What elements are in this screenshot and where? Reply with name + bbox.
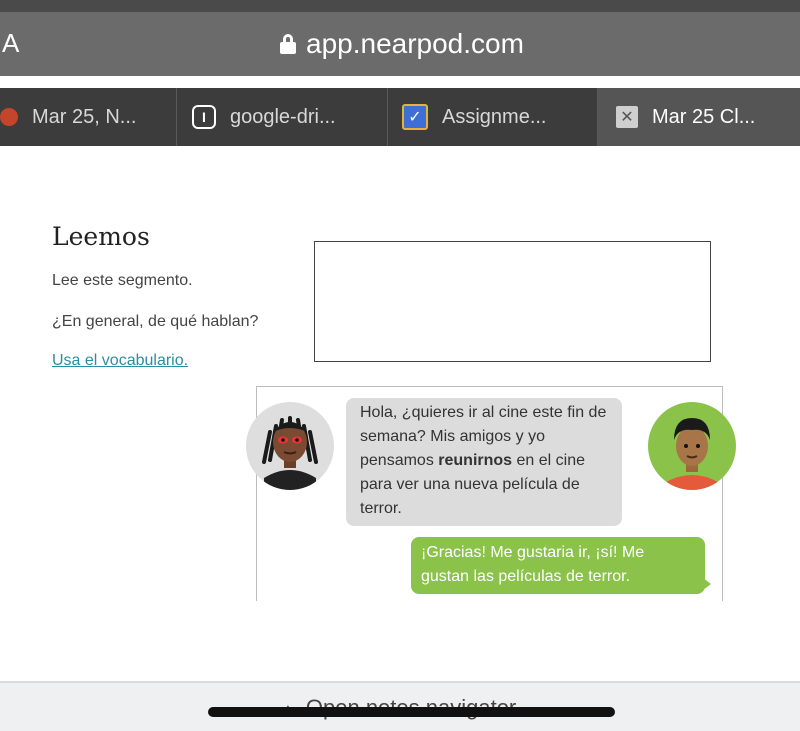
home-indicator[interactable] — [208, 707, 615, 717]
avatar-girl — [246, 402, 334, 490]
message-bubble-outgoing: ¡Gracias! Me gustaria ir, ¡sí! Me gustan… — [411, 537, 711, 594]
tab-label: google-dri... — [230, 105, 336, 128]
assignment-icon: ✓ — [402, 104, 428, 130]
drive-icon: I — [192, 105, 216, 129]
nearpod-icon — [0, 108, 18, 126]
message-bubble-incoming: Hola, ¿quieres ir al cine este fin de se… — [346, 398, 622, 526]
tab-bar: Mar 25, N... I google-dri... ✓ Assignme.… — [0, 88, 800, 146]
message-text: ¡Gracias! Me gustaria ir, ¡sí! Me gustan… — [421, 544, 645, 585]
status-strip — [0, 0, 800, 12]
tab-google-drive[interactable]: I google-dri... — [177, 88, 388, 146]
message-bold-word: reunirnos — [438, 452, 513, 469]
lesson-title: Leemos — [52, 222, 150, 251]
tab-label: Mar 25 Cl... — [652, 105, 756, 128]
answer-box[interactable] — [314, 241, 711, 362]
avatar-boy — [648, 402, 736, 490]
vocabulary-link[interactable]: Usa el vocabulario. — [52, 352, 188, 370]
tab-nearpod[interactable]: Mar 25, N... — [0, 88, 177, 146]
instruction-question: ¿En general, de qué hablan? — [52, 313, 259, 330]
tab-label: Assignme... — [442, 105, 547, 128]
url-text: app.nearpod.com — [306, 28, 524, 59]
tab-active-class[interactable]: ✕ Mar 25 Cl... — [598, 88, 800, 146]
url-display[interactable]: app.nearpod.com — [280, 28, 524, 60]
close-icon[interactable]: ✕ — [616, 106, 638, 128]
notes-navigator-bar[interactable]: ▲ Open notes navigator — [0, 681, 800, 731]
tab-assignment[interactable]: ✓ Assignme... — [388, 88, 598, 146]
lock-icon — [280, 34, 296, 54]
text-size-button[interactable]: A — [2, 28, 19, 59]
tab-label: Mar 25, N... — [32, 105, 137, 128]
address-bar[interactable]: A app.nearpod.com — [0, 12, 800, 76]
instruction-read: Lee este segmento. — [52, 272, 193, 289]
